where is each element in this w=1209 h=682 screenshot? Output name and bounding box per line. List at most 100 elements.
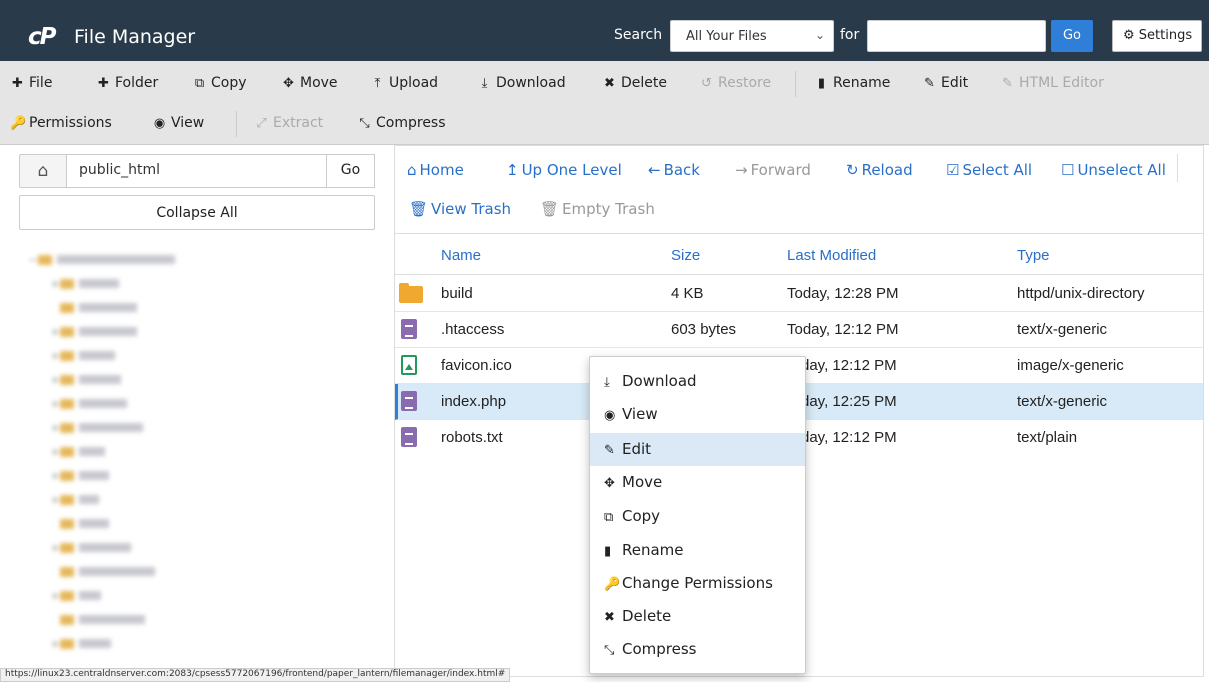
search-scope-select[interactable]: All Your Files ⌄ (670, 20, 834, 52)
file-type: text/x-generic (1017, 321, 1108, 338)
permissions-button[interactable]: 🔑 Permissions (10, 115, 112, 131)
search-go-button[interactable]: Go (1051, 20, 1093, 52)
context-menu-label: Delete (622, 607, 672, 625)
download-icon: ⤓ (604, 375, 610, 390)
text-file-icon (401, 427, 417, 447)
path-input[interactable]: public_html (66, 154, 327, 188)
level-up-icon: ↥ (506, 161, 519, 179)
restore-label: Restore (718, 75, 772, 91)
tree-item[interactable]: + (50, 325, 137, 341)
tree-item[interactable]: + (50, 469, 109, 485)
context-menu-download[interactable]: ⤓ Download (590, 365, 805, 398)
extract-button[interactable]: ⤢ Extract (254, 115, 323, 131)
forward-label: Forward (750, 161, 811, 179)
new-folder-button[interactable]: ✚ Folder (96, 75, 158, 91)
view-label: View (171, 115, 205, 131)
tree-item[interactable]: + (50, 421, 143, 437)
text-file-icon (401, 391, 417, 411)
unselect-all-button[interactable]: ☐ Unselect All (1061, 161, 1166, 179)
collapse-all-button[interactable]: Collapse All (19, 195, 375, 230)
tree-item[interactable] (60, 301, 137, 317)
for-label: for (840, 27, 860, 43)
column-header-size[interactable]: Size (671, 247, 700, 264)
copy-button[interactable]: ⧉ Copy (192, 75, 247, 91)
search-input[interactable] (867, 20, 1046, 52)
pencil-icon: ✎ (924, 76, 935, 91)
context-menu-view[interactable]: ◉ View (590, 398, 805, 431)
html-editor-button[interactable]: ✎ HTML Editor (1000, 75, 1104, 91)
tree-item[interactable]: + (50, 349, 115, 365)
delete-button[interactable]: ✖ Delete (602, 75, 667, 91)
nav-home-button[interactable]: ⌂ Home (407, 161, 464, 179)
file-type: text/x-generic (1017, 393, 1108, 410)
context-menu-edit[interactable]: ✎ Edit (590, 433, 805, 466)
table-row[interactable]: .htaccess 603 bytes Today, 12:12 PM text… (395, 312, 1203, 348)
table-row[interactable]: build 4 KB Today, 12:28 PM httpd/unix-di… (395, 276, 1203, 312)
edit-label: Edit (941, 75, 969, 91)
tree-item[interactable]: + (50, 493, 99, 509)
edit-button[interactable]: ✎ Edit (922, 75, 968, 91)
navigation-bar: ⌂ Home ↥ Up One Level ← Back → Forward ↻ Relo… (395, 146, 1203, 234)
new-file-button[interactable]: ✚ File (10, 75, 52, 91)
home-directory-button[interactable]: ⌂ (19, 154, 67, 188)
context-menu-move[interactable]: ✥ Move (590, 466, 805, 499)
close-icon: ✖ (604, 610, 615, 625)
view-button[interactable]: ◉ View (152, 115, 204, 131)
column-header-name[interactable]: Name (441, 247, 481, 264)
context-menu-compress[interactable]: ⤡ Compress (590, 633, 805, 666)
tree-item[interactable]: + (50, 373, 121, 389)
context-menu-change-permissions[interactable]: 🔑 Change Permissions (590, 567, 805, 600)
nav-home-label: Home (419, 161, 464, 179)
status-bar-url: https://linux23.centraldnserver.com:2083… (0, 668, 511, 682)
back-button[interactable]: ← Back (648, 161, 700, 179)
arrow-right-icon: → (735, 161, 748, 179)
home-icon: ⌂ (37, 161, 49, 181)
compress-label: Compress (376, 115, 446, 131)
path-go-button[interactable]: Go (326, 154, 375, 188)
gear-icon: ⚙ (1123, 28, 1135, 43)
tree-item[interactable] (60, 565, 155, 581)
tree-item[interactable]: + (50, 397, 127, 413)
column-header-modified[interactable]: Last Modified (787, 247, 876, 264)
rename-button[interactable]: ▮ Rename (814, 75, 891, 91)
up-one-level-button[interactable]: ↥ Up One Level (506, 161, 622, 179)
file-size: 4 KB (671, 285, 704, 302)
view-trash-button[interactable]: 🗑 View Trash (409, 200, 511, 218)
tree-item[interactable]: + (50, 277, 119, 293)
compress-icon: ⤡ (604, 643, 615, 658)
upload-button[interactable]: ⤒ Upload (370, 75, 438, 91)
tree-item[interactable]: − (28, 253, 175, 269)
settings-label: Settings (1138, 28, 1193, 43)
column-header-type[interactable]: Type (1017, 247, 1050, 264)
reload-label: Reload (861, 161, 913, 179)
tree-item[interactable] (60, 613, 145, 629)
file-name: favicon.ico (441, 357, 512, 374)
compress-icon: ⤡ (359, 116, 370, 131)
forward-button[interactable]: → Forward (735, 161, 811, 179)
upload-label: Upload (389, 75, 439, 91)
context-menu-delete[interactable]: ✖ Delete (590, 600, 805, 633)
reload-button[interactable]: ↻ Reload (846, 161, 913, 179)
download-icon: ⤓ (481, 76, 488, 91)
empty-trash-button[interactable]: 🗑 Empty Trash (540, 200, 655, 218)
cpanel-logo[interactable]: cP (28, 24, 56, 50)
file-type: text/plain (1017, 429, 1078, 446)
select-all-button[interactable]: ☑ Select All (946, 161, 1032, 179)
toolbar: ✚ File ✚ Folder ⧉ Copy ✥ Move ⤒ Upload ⤓ Downl… (0, 61, 1209, 145)
tree-item[interactable]: + (50, 637, 111, 653)
move-button[interactable]: ✥ Move (281, 75, 338, 91)
download-button[interactable]: ⤓ Download (477, 75, 566, 91)
settings-button[interactable]: ⚙ Settings (1112, 20, 1202, 52)
text-file-icon (401, 319, 417, 339)
trash-icon: 🗑 (540, 200, 560, 218)
tree-item[interactable]: + (50, 541, 131, 557)
file-name: index.php (441, 393, 507, 410)
context-menu-rename[interactable]: ▮ Rename (590, 534, 805, 567)
context-menu-copy[interactable]: ⧉ Copy (590, 500, 805, 533)
refresh-icon: ↻ (846, 161, 859, 179)
restore-button[interactable]: ↺ Restore (699, 75, 771, 91)
tree-item[interactable]: + (50, 445, 105, 461)
tree-item[interactable]: + (50, 589, 101, 605)
tree-item[interactable] (60, 517, 109, 533)
compress-button[interactable]: ⤡ Compress (357, 115, 446, 131)
